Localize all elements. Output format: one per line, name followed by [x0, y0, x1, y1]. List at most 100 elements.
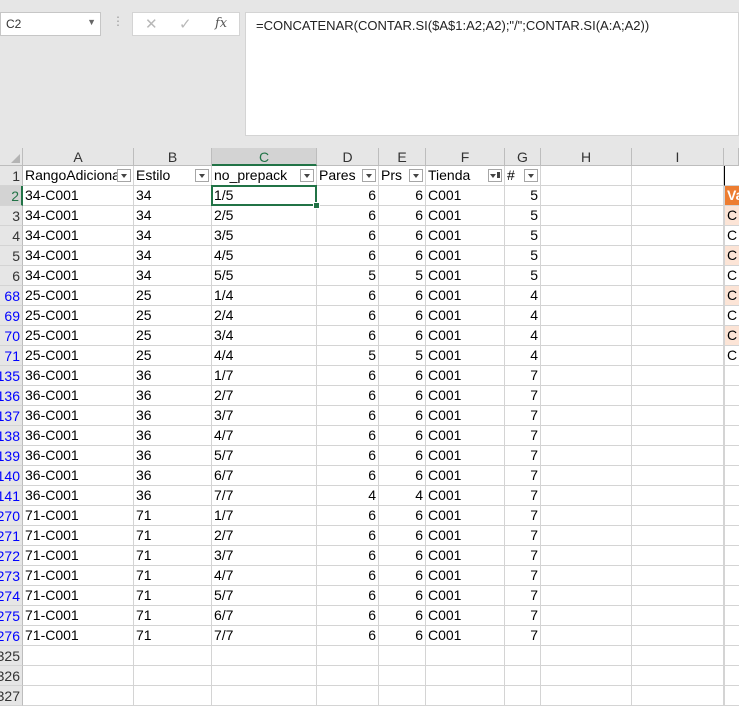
- cell[interactable]: [632, 646, 724, 666]
- cell[interactable]: 71: [134, 566, 212, 586]
- cell[interactable]: 4/7: [212, 566, 317, 586]
- cell[interactable]: 6: [317, 466, 379, 486]
- cell[interactable]: 36-C001: [23, 426, 134, 446]
- row-header[interactable]: 6: [0, 266, 23, 286]
- cell[interactable]: [379, 646, 426, 666]
- cell[interactable]: [134, 666, 212, 686]
- cell[interactable]: 5: [505, 186, 541, 206]
- row-header[interactable]: 71: [0, 346, 23, 366]
- cell[interactable]: 5: [379, 346, 426, 366]
- cell[interactable]: C001: [426, 266, 505, 286]
- cell[interactable]: 6: [379, 546, 426, 566]
- row-header[interactable]: 270: [0, 506, 23, 526]
- cell[interactable]: 34: [134, 206, 212, 226]
- cell[interactable]: 36: [134, 366, 212, 386]
- cell[interactable]: C001: [426, 406, 505, 426]
- cell[interactable]: 5/7: [212, 586, 317, 606]
- cell[interactable]: 71: [134, 546, 212, 566]
- cell[interactable]: [541, 226, 632, 246]
- cell[interactable]: 2/5: [212, 206, 317, 226]
- cell[interactable]: [541, 646, 632, 666]
- column-header-f[interactable]: F: [426, 148, 505, 166]
- cell[interactable]: 5: [505, 246, 541, 266]
- cell[interactable]: [632, 426, 724, 446]
- cell[interactable]: 36: [134, 446, 212, 466]
- cell[interactable]: 36: [134, 406, 212, 426]
- cell[interactable]: 6: [379, 466, 426, 486]
- cell[interactable]: 6: [379, 306, 426, 326]
- filter-active-icon[interactable]: [488, 169, 502, 182]
- cell[interactable]: [541, 526, 632, 546]
- cell[interactable]: [541, 426, 632, 446]
- cell[interactable]: [541, 406, 632, 426]
- cell[interactable]: [541, 666, 632, 686]
- cell[interactable]: C001: [426, 466, 505, 486]
- cell[interactable]: 7: [505, 426, 541, 446]
- header-cell[interactable]: no_prepack: [212, 166, 317, 186]
- enter-icon[interactable]: ✓: [179, 15, 192, 33]
- filter-dropdown-icon[interactable]: [117, 169, 131, 182]
- cell[interactable]: 6: [379, 506, 426, 526]
- cell[interactable]: 1/4: [212, 286, 317, 306]
- cell[interactable]: 6: [317, 226, 379, 246]
- cell[interactable]: 36-C001: [23, 406, 134, 426]
- formula-input[interactable]: =CONCATENAR(CONTAR.SI($A$1:A2;A2);"/";CO…: [245, 12, 739, 136]
- chevron-down-icon[interactable]: ▼: [87, 17, 96, 27]
- partial-edge-cell[interactable]: [724, 566, 739, 586]
- partial-edge-cell[interactable]: [724, 386, 739, 406]
- cell[interactable]: 36: [134, 426, 212, 446]
- cell[interactable]: C001: [426, 226, 505, 246]
- cell[interactable]: 71: [134, 606, 212, 626]
- cell[interactable]: 6: [317, 186, 379, 206]
- cell[interactable]: 6: [379, 586, 426, 606]
- partial-edge-cell[interactable]: [724, 426, 739, 446]
- cell[interactable]: 7/7: [212, 486, 317, 506]
- cell[interactable]: 7: [505, 406, 541, 426]
- cell[interactable]: [632, 246, 724, 266]
- cell[interactable]: [632, 626, 724, 646]
- cell[interactable]: [212, 686, 317, 706]
- cell[interactable]: 36-C001: [23, 466, 134, 486]
- filter-dropdown-icon[interactable]: [362, 169, 376, 182]
- cell[interactable]: 6/7: [212, 606, 317, 626]
- cell[interactable]: C001: [426, 626, 505, 646]
- cell[interactable]: 71: [134, 506, 212, 526]
- cell[interactable]: 4: [317, 486, 379, 506]
- row-header[interactable]: 141: [0, 486, 23, 506]
- cell[interactable]: 6: [379, 606, 426, 626]
- cell[interactable]: 25-C001: [23, 326, 134, 346]
- cell[interactable]: [505, 686, 541, 706]
- cell[interactable]: 7: [505, 626, 541, 646]
- cell[interactable]: 4: [505, 286, 541, 306]
- cell[interactable]: C001: [426, 326, 505, 346]
- header-cell[interactable]: [541, 166, 632, 186]
- cell[interactable]: 5: [317, 266, 379, 286]
- cell[interactable]: 6: [317, 606, 379, 626]
- partial-edge-cell[interactable]: C: [724, 346, 739, 366]
- cell[interactable]: 6: [317, 286, 379, 306]
- partial-edge-cell[interactable]: [724, 466, 739, 486]
- cell[interactable]: C001: [426, 546, 505, 566]
- row-header[interactable]: 69: [0, 306, 23, 326]
- cell[interactable]: 7: [505, 486, 541, 506]
- header-cell[interactable]: Prs: [379, 166, 426, 186]
- cell[interactable]: 3/4: [212, 326, 317, 346]
- cell[interactable]: 3/5: [212, 226, 317, 246]
- cell[interactable]: 1/7: [212, 366, 317, 386]
- cell[interactable]: C001: [426, 346, 505, 366]
- cell[interactable]: 34: [134, 266, 212, 286]
- cell[interactable]: [317, 686, 379, 706]
- header-cell[interactable]: Estilo: [134, 166, 212, 186]
- cell[interactable]: 6: [379, 206, 426, 226]
- row-header[interactable]: 325: [0, 646, 23, 666]
- cell[interactable]: 71-C001: [23, 526, 134, 546]
- cell[interactable]: 7: [505, 386, 541, 406]
- cell[interactable]: 6: [379, 426, 426, 446]
- cell[interactable]: [632, 266, 724, 286]
- cell[interactable]: 36: [134, 386, 212, 406]
- partial-edge-cell[interactable]: [724, 666, 739, 686]
- column-header-b[interactable]: B: [134, 148, 212, 166]
- cell[interactable]: C001: [426, 306, 505, 326]
- partial-edge-cell[interactable]: Va: [724, 186, 739, 206]
- row-header[interactable]: 137: [0, 406, 23, 426]
